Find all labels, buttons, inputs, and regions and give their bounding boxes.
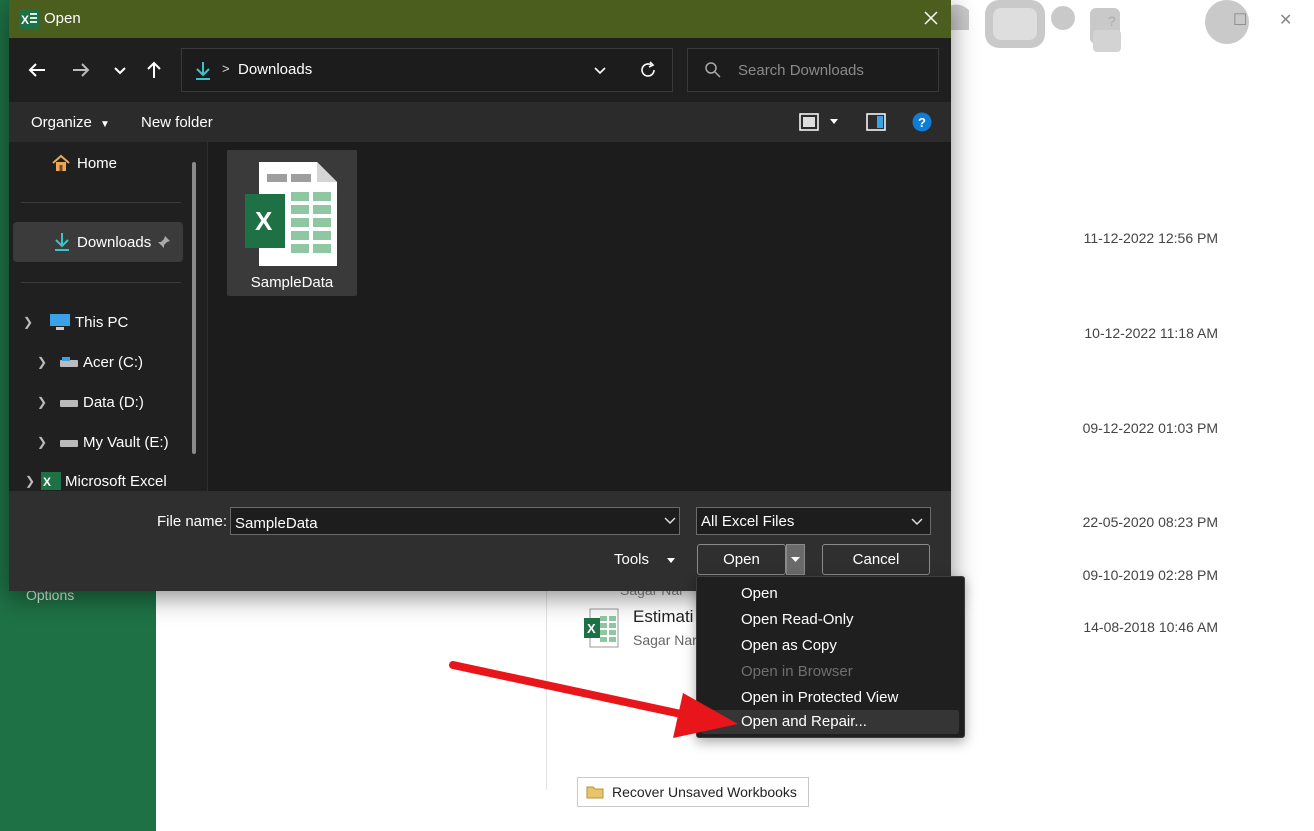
recent-file-author: Sagar Nar xyxy=(633,632,697,648)
home-icon xyxy=(52,154,70,171)
svg-text:X: X xyxy=(587,621,596,636)
recover-label: Recover Unsaved Workbooks xyxy=(612,784,797,800)
excel-app-icon: X xyxy=(41,472,61,490)
navigation-bar: > Downloads Search Downloads xyxy=(9,38,951,102)
refresh-icon[interactable] xyxy=(638,60,658,80)
nav-scrollbar[interactable] xyxy=(192,162,196,454)
cancel-button[interactable]: Cancel xyxy=(822,544,930,575)
nav-item-this-pc[interactable]: ❯ This PC xyxy=(23,303,128,341)
drive-icon xyxy=(60,440,78,447)
file-list-area: X SampleData xyxy=(208,142,951,491)
nav-label-home: Home xyxy=(77,154,118,172)
svg-text:X: X xyxy=(43,475,51,489)
nav-label-downloads: Downloads xyxy=(77,233,152,251)
expand-chevron-icon[interactable]: ❯ xyxy=(37,395,53,409)
nav-item-drive-e[interactable]: ❯ My Vault (E:) xyxy=(37,423,169,461)
excel-file-icon: X xyxy=(245,162,337,266)
breadcrumb-downloads[interactable]: Downloads xyxy=(238,61,312,78)
open-file-dialog: X Open > Downloads Search Downloads Orga… xyxy=(9,0,951,591)
nav-label-microsoft-excel: Microsoft Excel xyxy=(65,472,167,490)
dialog-title: Open xyxy=(44,10,81,27)
menu-item-open-read-only[interactable]: Open Read-Only xyxy=(701,608,959,632)
nav-label-drive: Acer (C:) xyxy=(83,353,143,371)
breadcrumb-separator: > xyxy=(222,61,230,76)
nav-label-drive: Data (D:) xyxy=(83,393,144,411)
search-box[interactable]: Search Downloads xyxy=(687,48,939,92)
file-name-label: SampleData xyxy=(250,274,334,291)
drive-icon xyxy=(60,400,78,407)
caret-down-icon xyxy=(791,557,800,562)
caret-down-icon[interactable] xyxy=(666,557,676,565)
recover-unsaved-workbooks-button[interactable]: Recover Unsaved Workbooks xyxy=(577,777,809,807)
recent-file-date: 09-12-2022 01:03 PM xyxy=(1082,420,1218,436)
expand-chevron-icon[interactable]: ❯ xyxy=(37,355,53,369)
nav-label-this-pc: This PC xyxy=(75,313,129,331)
recent-file-name[interactable]: Estimati xyxy=(633,607,693,627)
annotation-arrow xyxy=(449,661,738,738)
forward-arrow-icon[interactable] xyxy=(69,58,93,82)
excel-app-icon: X xyxy=(19,9,39,29)
file-type-value: All Excel Files xyxy=(701,513,795,530)
svg-text:X: X xyxy=(21,13,29,27)
address-bar[interactable]: > Downloads xyxy=(181,48,673,92)
menu-item-open[interactable]: Open xyxy=(701,582,959,606)
view-mode-icon[interactable] xyxy=(799,112,819,132)
chevron-down-icon[interactable] xyxy=(663,515,677,527)
new-folder-button[interactable]: New folder xyxy=(141,114,213,131)
downloads-icon xyxy=(196,62,210,80)
drive-icon xyxy=(60,357,78,367)
open-button[interactable]: Open xyxy=(697,544,786,575)
search-icon xyxy=(705,62,721,78)
nav-item-downloads[interactable]: Downloads xyxy=(53,223,185,261)
downloads-icon xyxy=(55,233,69,251)
close-icon[interactable] xyxy=(919,6,943,30)
decorative-food-icons: ? xyxy=(947,0,1249,52)
nav-label-drive: My Vault (E:) xyxy=(83,433,169,451)
excel-file-icon: X xyxy=(584,608,619,648)
file-name-label: File name: xyxy=(157,513,228,530)
maximize-icon[interactable]: ☐ xyxy=(1233,10,1247,30)
command-bar: Organize ▼ New folder ? xyxy=(9,102,951,142)
caret-down-icon: ▼ xyxy=(100,119,110,130)
computer-icon xyxy=(50,314,70,330)
nav-divider xyxy=(21,202,181,203)
open-dropdown-button[interactable] xyxy=(786,544,805,575)
help-question-mark: ? xyxy=(1108,13,1116,29)
recent-file-date: 10-12-2022 11:18 AM xyxy=(1084,325,1218,341)
nav-item-drive-c[interactable]: ❯ Acer (C:) xyxy=(37,343,143,381)
caret-down-icon[interactable] xyxy=(829,118,839,126)
tools-button[interactable]: Tools xyxy=(614,551,649,568)
file-name-input[interactable] xyxy=(230,507,680,535)
recent-file-date: 22-05-2020 08:23 PM xyxy=(1082,514,1218,530)
navigation-pane: Home Downloads ❯ This PC ❯ Acer (C:) ❯ D… xyxy=(9,142,207,491)
expand-chevron-icon[interactable]: ❯ xyxy=(23,315,39,329)
organize-button[interactable]: Organize ▼ xyxy=(31,114,110,131)
dialog-titlebar: X Open xyxy=(9,0,951,38)
nav-divider xyxy=(21,282,181,283)
svg-text:X: X xyxy=(255,206,273,236)
organize-label: Organize xyxy=(31,114,92,131)
recent-locations-chevron-icon[interactable] xyxy=(108,58,132,82)
recent-file-date: 14-08-2018 10:46 AM xyxy=(1083,619,1218,635)
svg-text:?: ? xyxy=(918,115,926,130)
up-arrow-icon[interactable] xyxy=(142,58,166,82)
expand-chevron-icon[interactable]: ❯ xyxy=(37,435,53,449)
nav-item-home[interactable]: Home xyxy=(51,144,117,182)
file-type-select[interactable]: All Excel Files xyxy=(696,507,931,535)
folder-icon xyxy=(586,786,604,799)
pin-icon[interactable] xyxy=(157,235,171,249)
help-icon[interactable]: ? xyxy=(912,112,932,132)
nav-item-drive-d[interactable]: ❯ Data (D:) xyxy=(37,383,144,421)
chevron-down-icon[interactable] xyxy=(592,63,608,79)
file-item-sampledata[interactable]: X SampleData xyxy=(227,150,357,296)
recent-file-date: 11-12-2022 12:56 PM xyxy=(1083,230,1218,246)
preview-pane-icon[interactable] xyxy=(866,112,886,132)
expand-chevron-icon[interactable]: ❯ xyxy=(25,474,41,488)
close-window-icon[interactable]: ✕ xyxy=(1279,10,1292,30)
search-placeholder: Search Downloads xyxy=(738,62,864,79)
recent-file-date: 09-10-2019 02:28 PM xyxy=(1082,567,1218,583)
back-arrow-icon[interactable] xyxy=(25,58,49,82)
chevron-down-icon xyxy=(911,518,923,526)
